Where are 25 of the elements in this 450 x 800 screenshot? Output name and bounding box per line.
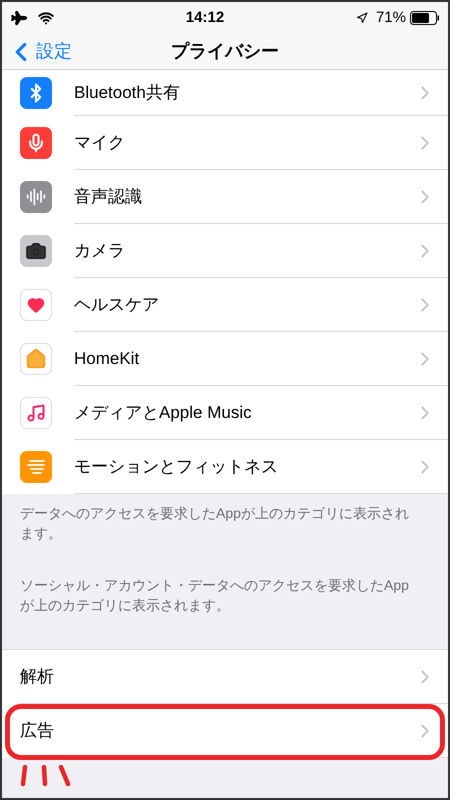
motion-lines-icon: [20, 451, 52, 483]
wifi-icon: [38, 10, 54, 26]
camera-icon: [20, 235, 52, 267]
settings-row[interactable]: Bluetooth共有: [2, 70, 448, 116]
settings-row[interactable]: モーションとフィットネス: [2, 440, 448, 494]
battery-percent: 71%: [376, 8, 406, 28]
location-icon: [356, 12, 368, 24]
microphone-icon: [20, 127, 52, 159]
settings-row[interactable]: 解析: [2, 650, 448, 704]
footer-note: データへのアクセスを要求したAppが上のカテゴリに表示されます。: [19, 504, 410, 543]
battery-icon: [410, 11, 440, 25]
house-icon: [20, 343, 52, 375]
music-note-icon: [20, 397, 52, 429]
bluetooth-icon: [20, 77, 52, 109]
status-time: 14:12: [184, 8, 226, 28]
sound-wave-icon: [20, 181, 52, 213]
settings-row[interactable]: HomeKit: [2, 332, 448, 386]
nav-title: プライバシー: [171, 40, 279, 63]
settings-row[interactable]: ヘルスケア: [2, 278, 448, 332]
settings-row[interactable]: カメラ: [2, 224, 448, 278]
settings-row[interactable]: マイク: [2, 116, 448, 170]
settings-row[interactable]: 音声認識: [2, 170, 448, 224]
settings-row[interactable]: メディアとApple Music: [2, 386, 448, 440]
back-button[interactable]: 設定: [6, 36, 72, 66]
footer-note: ソーシャル・アカウント・データへのアクセスを要求したAppが上のカテゴリに表示されます。: [19, 576, 410, 615]
